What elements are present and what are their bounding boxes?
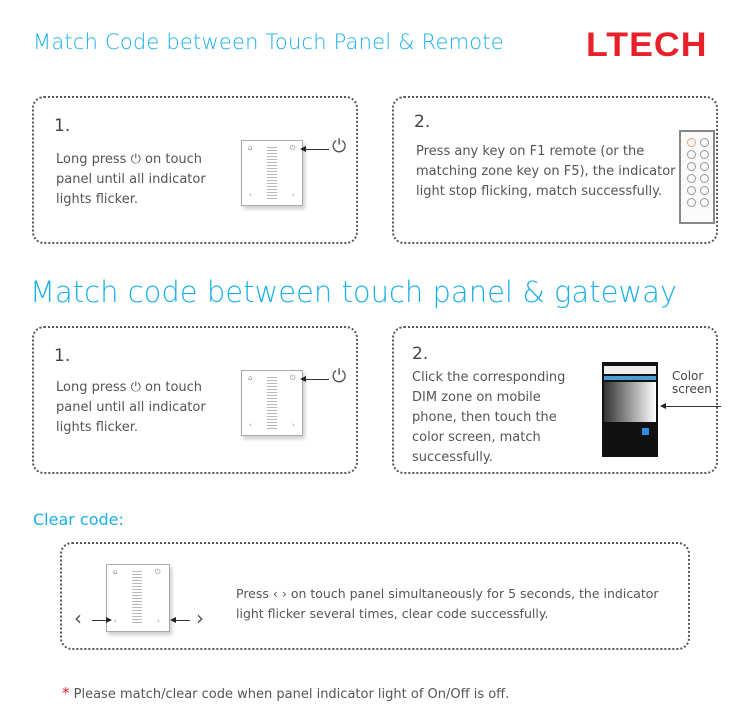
arrow-line bbox=[305, 379, 329, 380]
color-screen bbox=[604, 382, 656, 422]
clear-code-text: Press ‹ › on touch panel simultaneously … bbox=[236, 586, 659, 621]
touch-panel-image: ⌂ ⏻ ‹ › bbox=[106, 564, 170, 632]
step-number: 2. bbox=[412, 344, 429, 364]
ltech-logo: LTECH bbox=[586, 26, 708, 64]
right-icon: › bbox=[292, 191, 295, 199]
bulb-icon: ⌂ bbox=[248, 374, 253, 382]
arrow-line bbox=[665, 406, 721, 407]
left-icon: ‹ bbox=[114, 617, 117, 625]
mobile-phone-image bbox=[602, 362, 658, 457]
bulb-icon: ⌂ bbox=[113, 568, 118, 576]
section-title-clear: Clear code: bbox=[33, 510, 124, 529]
remote-step1-box: 1. Long press ⏻ on touch panel until all… bbox=[32, 96, 358, 244]
slider-marks bbox=[132, 571, 142, 623]
right-icon: › bbox=[292, 421, 295, 429]
power-icon: ⏻ bbox=[290, 144, 296, 152]
left-icon: ‹ bbox=[249, 191, 252, 199]
power-icon: ⏻ bbox=[155, 568, 161, 576]
left-chevron-icon: ‹ bbox=[74, 606, 82, 630]
step-text: Long press ⏻ on touch panel until all in… bbox=[56, 152, 206, 207]
arrow-icon bbox=[106, 617, 112, 623]
gateway-step1-box: 1. Long press ⏻ on touch panel until all… bbox=[32, 326, 358, 474]
step-text: Press any key on F1 remote (or the match… bbox=[416, 144, 676, 199]
step-text: Click the corresponding DIM zone on mobi… bbox=[412, 370, 566, 465]
right-chevron-icon: › bbox=[196, 606, 204, 630]
power-icon: ⏻ bbox=[130, 380, 141, 395]
power-icon: ⏻ bbox=[332, 136, 347, 157]
power-icon: ⏻ bbox=[290, 374, 296, 382]
left-icon: ‹ bbox=[249, 421, 252, 429]
step-number: 2. bbox=[414, 112, 431, 132]
remote-control-image bbox=[679, 130, 715, 224]
power-icon: ⏻ bbox=[332, 366, 347, 387]
asterisk-icon: * bbox=[62, 684, 70, 702]
right-icon: › bbox=[157, 617, 160, 625]
step-text: Long press ⏻ on touch panel until all in… bbox=[56, 380, 206, 435]
page-title: Match Code between Touch Panel & Remote bbox=[33, 30, 504, 54]
touch-panel-image: ⌂ ⏻ ‹ › bbox=[241, 140, 303, 206]
power-icon: ⏻ bbox=[130, 152, 141, 167]
color-screen-callout: Color screen bbox=[672, 369, 712, 396]
arrow-line bbox=[176, 620, 190, 621]
touch-panel-image: ⌂ ⏻ ‹ › bbox=[241, 370, 303, 436]
slider-marks bbox=[267, 147, 277, 199]
arrow-line bbox=[92, 620, 106, 621]
gateway-step2-box: 2. Click the corresponding DIM zone on m… bbox=[392, 326, 721, 474]
arrow-line bbox=[305, 149, 329, 150]
footer-note: * Please match/clear code when panel ind… bbox=[62, 684, 510, 702]
slider-marks bbox=[267, 377, 277, 429]
clear-code-box: ⌂ ⏻ ‹ › ‹ › Press ‹ › on touch panel sim… bbox=[60, 542, 690, 650]
step-number: 1. bbox=[54, 116, 71, 136]
step-number: 1. bbox=[54, 346, 71, 366]
remote-step2-box: 2. Press any key on F1 remote (or the ma… bbox=[392, 96, 718, 244]
section-title-gateway: Match code between touch panel & gateway bbox=[30, 275, 678, 309]
bulb-icon: ⌂ bbox=[248, 144, 253, 152]
